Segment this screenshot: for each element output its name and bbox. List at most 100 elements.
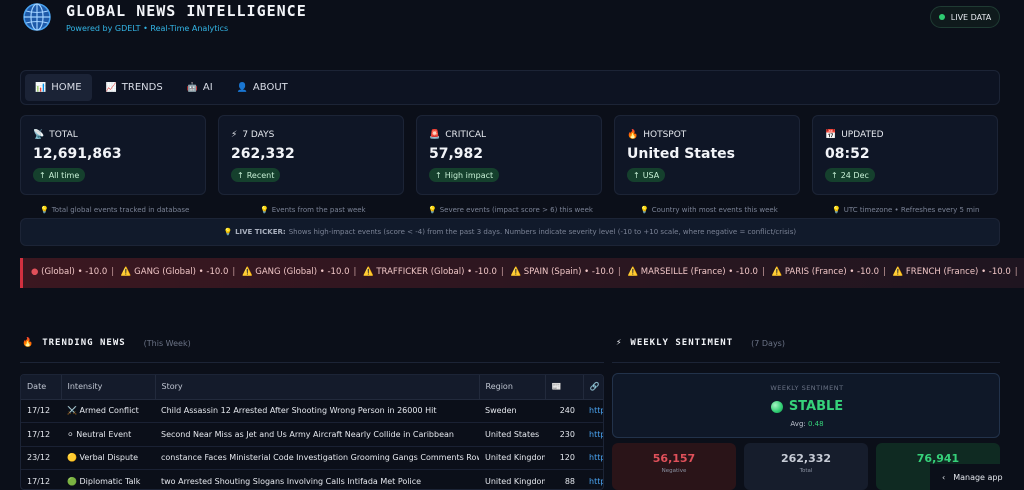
sentiment-box-label: WEEKLY SENTIMENT	[770, 384, 844, 392]
tab-label: ABOUT	[252, 82, 288, 93]
ticker-item: GANG (Global) • -10.0	[134, 267, 229, 277]
table-row[interactable]: 17/12 ⚔️ Armed Conflict Child Assassin 1…	[21, 399, 603, 423]
cell-link[interactable]: http	[583, 469, 603, 489]
cell-date: 17/12	[21, 422, 61, 447]
stat-badge: ↑ 24 Dec	[825, 168, 875, 182]
stat-value: 08:52	[825, 146, 870, 162]
cell-date: 17/12	[21, 469, 61, 489]
warning-icon: ⚠️	[241, 267, 253, 277]
table-row[interactable]: 23/12 🟡 Verbal Dispute constance Faces M…	[21, 446, 603, 470]
stat-label: UPDATED	[841, 130, 884, 140]
hint-text: Severe events (impact score > 6) this we…	[439, 206, 593, 214]
manage-app-button[interactable]: ‹ Manage app	[930, 464, 1024, 490]
red-dot-icon: ●	[31, 267, 39, 277]
stat-label: TOTAL	[49, 130, 78, 140]
globe-icon	[23, 3, 51, 31]
stat-card-7days: ⚡ 7 DAYS 262,332 ↑ Recent	[218, 115, 404, 195]
info-heading: 💡 LIVE TICKER:	[223, 228, 286, 236]
column-header[interactable]: Intensity	[61, 375, 156, 400]
stat-card-total: 📡 TOTAL 12,691,863 ↑ All time	[20, 115, 206, 195]
lightbulb-icon: 💡	[40, 206, 49, 214]
green-ball-icon	[770, 400, 783, 413]
cell-link[interactable]: http	[583, 446, 603, 470]
warning-icon: ⚠️	[892, 267, 904, 277]
column-header[interactable]: Region	[479, 375, 546, 400]
ticker-item: GANG (Global) • -10.0	[255, 267, 350, 277]
avg-label: Avg:	[790, 420, 806, 428]
avg-value: 0.48	[807, 420, 824, 428]
arrow-up-icon: ↑	[633, 170, 640, 180]
tab-home[interactable]: 📊 HOME	[25, 74, 92, 101]
sentiment-average: Avg: 0.48	[613, 420, 1001, 428]
warning-icon: ⚠️	[510, 267, 522, 277]
cell-story: Child Assassin 12 Arrested After Shootin…	[155, 399, 479, 423]
column-header[interactable]: Story	[155, 375, 480, 400]
cell-link[interactable]: http	[583, 399, 603, 423]
yellow-circle-icon: 🟡	[67, 453, 77, 463]
green-circle-icon: 🟢	[67, 476, 77, 486]
swords-icon: ⚔️	[67, 406, 77, 416]
sentiment-heading: ⚡ WEEKLY SENTIMENT (7 Days)	[616, 338, 785, 348]
cell-date: 23/12	[21, 446, 61, 470]
stat-badge: ↑ Recent	[231, 168, 281, 182]
stat-badge: ↑ USA	[627, 168, 666, 182]
info-text: Shows high-impact events (score < -4) fr…	[288, 228, 797, 236]
cell-link[interactable]: http	[583, 422, 603, 447]
cell-region: United Kingdom	[479, 469, 545, 489]
table-row[interactable]: 17/12 🟢 Diplomatic Talk two Arrested Sho…	[21, 469, 603, 489]
hint-text: Country with most events this week	[651, 206, 778, 214]
app-subtitle: Powered by GDELT • Real-Time Analytics	[66, 24, 229, 33]
stat-hint-updated: 💡 UTC timezone • Refreshes every 5 min	[832, 206, 979, 214]
intensity-label: Diplomatic Talk	[79, 476, 141, 486]
ticker-track: ● (Global) • -10.0 | ⚠️ GANG (Global) • -…	[31, 267, 1018, 277]
column-header[interactable]: Date	[21, 375, 62, 400]
stat-card-critical: 🚨 CRITICAL 57,982 ↑ High impact	[416, 115, 602, 195]
sentiment-status: STABLE	[613, 399, 1001, 414]
ticker-item: SPAIN (Spain) • -10.0	[523, 267, 614, 277]
intensity-label: Armed Conflict	[79, 406, 139, 416]
user-icon: 👤	[236, 82, 248, 93]
section-subtitle: (This Week)	[143, 338, 191, 348]
ticker-item: (Global) • -10.0	[41, 267, 108, 277]
warning-icon: ⚠️	[627, 267, 639, 277]
tab-ai[interactable]: 🤖 AI	[177, 74, 223, 101]
tab-trends[interactable]: 📈 TRENDS	[96, 74, 173, 101]
satellite-icon: 📡	[33, 130, 45, 140]
stat-value: United States	[627, 146, 735, 162]
tab-about[interactable]: 👤 ABOUT	[227, 74, 298, 101]
cell-count: 120	[545, 446, 583, 470]
live-data-badge: LIVE DATA	[930, 6, 1000, 28]
stat-card-hotspot: 🔥 HOTSPOT United States ↑ USA	[614, 115, 800, 195]
lightbulb-icon: 💡	[260, 206, 269, 214]
arrow-up-icon: ↑	[237, 170, 244, 180]
section-title: WEEKLY SENTIMENT	[630, 338, 734, 348]
mini-value: 56,157	[652, 452, 696, 465]
main-nav: 📊 HOME 📈 TRENDS 🤖 AI 👤 ABOUT	[20, 70, 1000, 105]
link-icon[interactable]: 🔗	[583, 375, 603, 400]
stat-cards: 📡 TOTAL 12,691,863 ↑ All time ⚡ 7 DAYS 262,…	[20, 115, 1000, 195]
manage-app-label: Manage app	[953, 472, 1003, 482]
hint-text: UTC timezone • Refreshes every 5 min	[843, 206, 980, 214]
tab-label: HOME	[51, 82, 82, 93]
table-row[interactable]: 17/12 ⚪ Neutral Event Second Near Miss a…	[21, 422, 603, 447]
arrow-up-icon: ↑	[435, 170, 442, 180]
cell-intensity: ⚪ Neutral Event	[61, 422, 155, 447]
stat-badge: ↑ High impact	[429, 168, 500, 182]
siren-icon: 🚨	[429, 130, 441, 140]
sentiment-summary: WEEKLY SENTIMENT STABLE Avg: 0.48	[612, 373, 1000, 438]
badge-label: Recent	[246, 170, 275, 180]
fire-icon: 🔥	[22, 338, 35, 348]
cell-story: constance Faces Ministerial Code Investi…	[155, 446, 479, 470]
stat-hint-hotspot: 💡 Country with most events this week	[640, 206, 778, 214]
cell-count: 230	[545, 422, 583, 447]
newspaper-icon[interactable]: 📰	[545, 375, 584, 400]
intensity-label: Neutral Event	[76, 429, 132, 439]
cell-count: 240	[545, 399, 583, 423]
badge-label: All time	[48, 170, 80, 180]
stat-hint-7days: 💡 Events from the past week	[260, 206, 366, 214]
cell-intensity: 🟡 Verbal Dispute	[61, 446, 155, 470]
cell-intensity: ⚔️ Armed Conflict	[61, 399, 155, 423]
stat-value: 262,332	[231, 146, 295, 162]
intensity-label: Verbal Dispute	[79, 453, 139, 463]
live-label: LIVE DATA	[950, 12, 992, 22]
